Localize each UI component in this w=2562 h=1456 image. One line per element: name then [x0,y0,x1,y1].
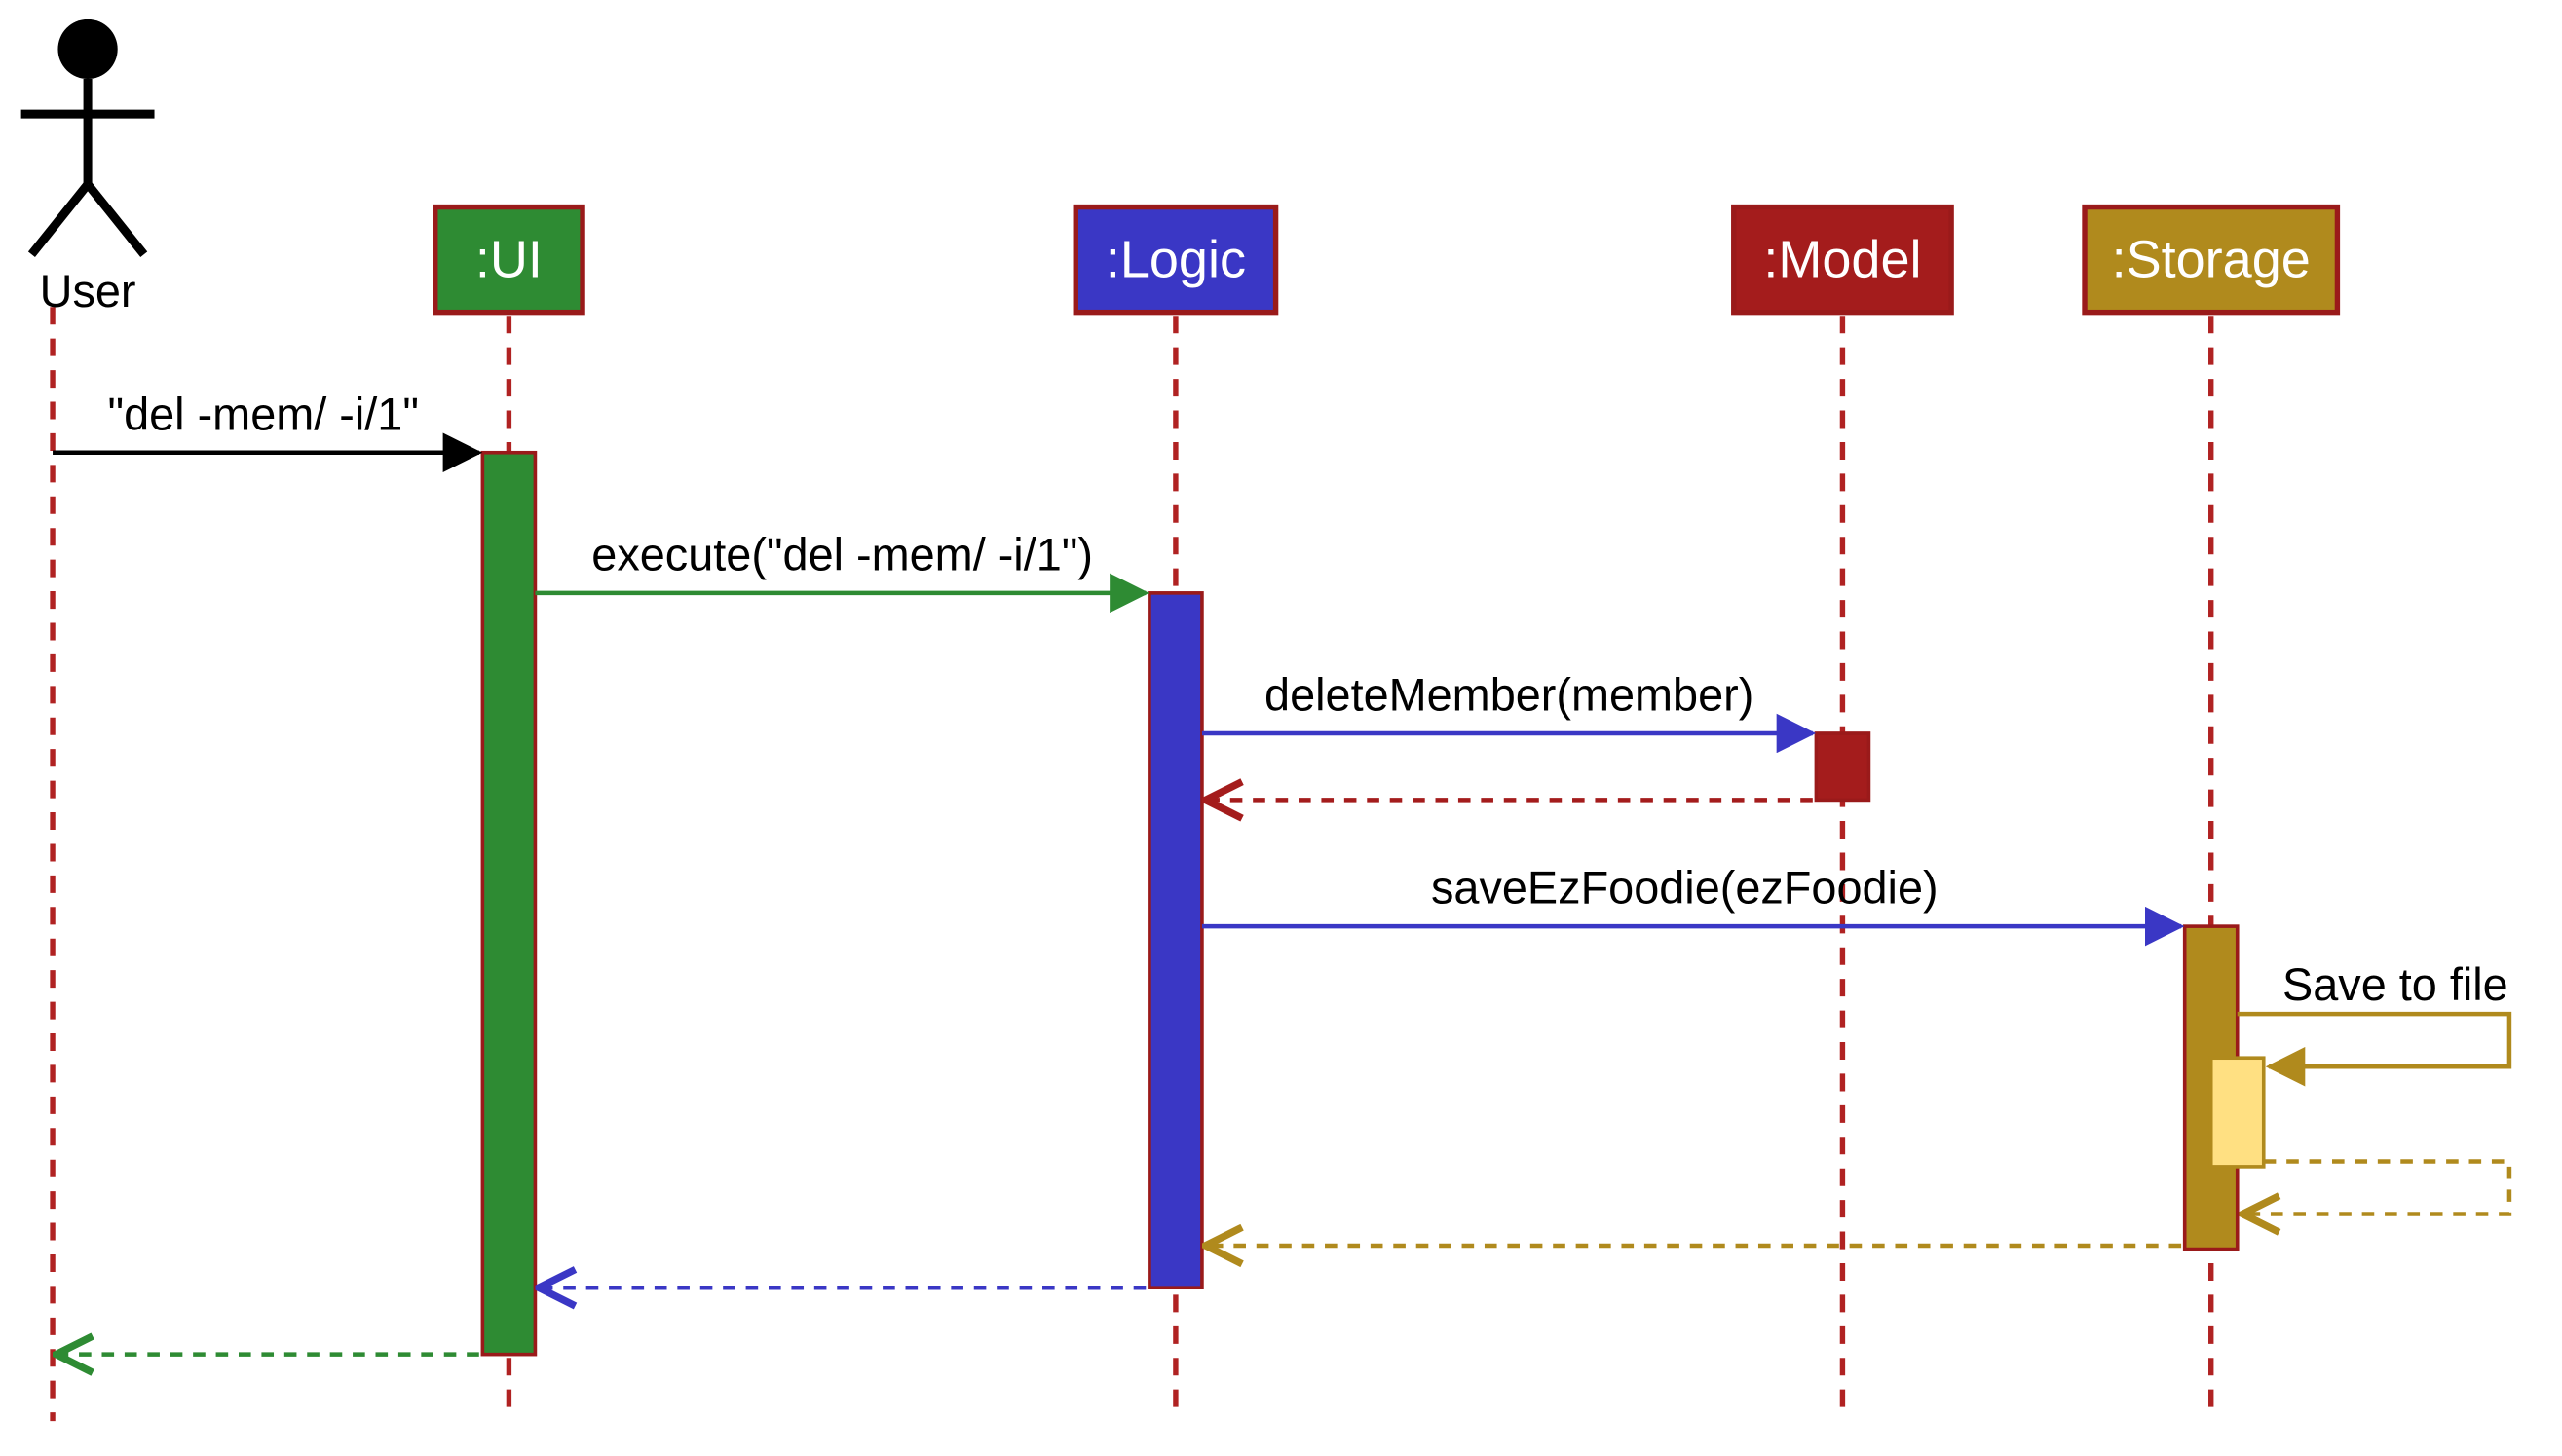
actor-user-label: User [40,266,136,317]
sequence-diagram: User :UI :Logic :Model :Storage "del -me… [0,0,2562,1456]
actor-user: User [21,19,155,317]
head-model: :Model [1734,207,1951,313]
msg-logic-to-model-label: deleteMember(member) [1264,670,1753,721]
msg-logic-to-storage-label: saveEzFoodie(ezFoodie) [1431,863,1939,914]
head-ui: :UI [435,207,583,313]
activation-ui [482,453,535,1355]
head-storage: :Storage [2085,207,2337,313]
head-ui-label: :UI [475,231,543,289]
msg-storage-self-label: Save to file [2282,959,2508,1010]
msg-user-to-ui-label: "del -mem/ -i/1" [107,389,418,439]
head-logic-label: :Logic [1106,231,1246,289]
return-storage-self [2242,1161,2509,1213]
head-logic: :Logic [1075,207,1275,313]
head-storage-label: :Storage [2112,231,2311,289]
activation-logic [1149,593,1202,1288]
head-model-label: :Model [1763,231,1921,289]
activation-storage-inner [2211,1058,2264,1167]
activation-model [1816,733,1868,800]
msg-ui-to-logic-label: execute("del -mem/ -i/1") [591,529,1093,579]
msg-storage-self [2238,1014,2509,1066]
